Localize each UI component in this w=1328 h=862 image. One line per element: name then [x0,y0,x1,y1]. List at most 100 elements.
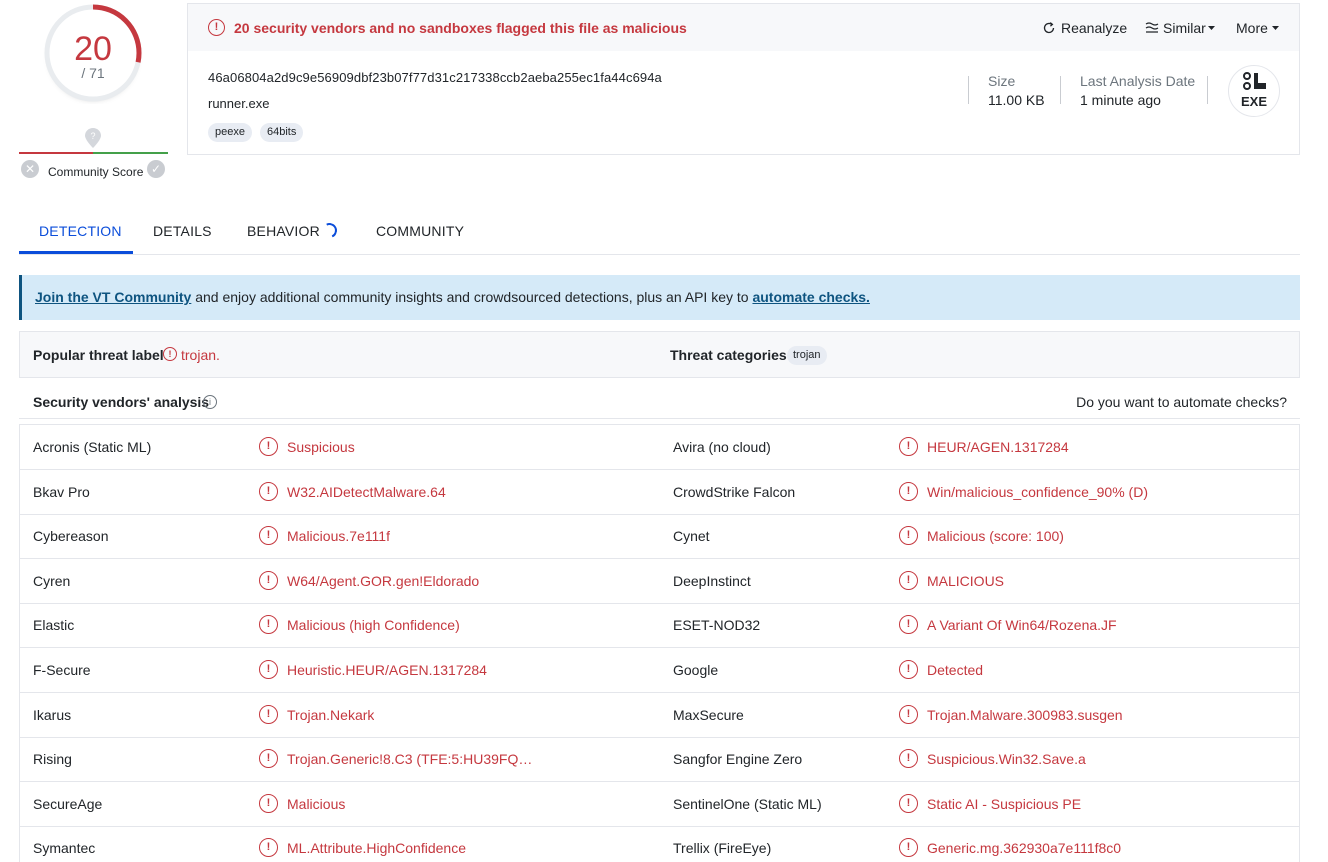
exclamation-circle-icon: ! [259,570,278,590]
threat-summary: Popular threat label ! trojan. Threat ca… [19,331,1300,378]
detection-result[interactable]: Static AI - Suspicious PE [927,796,1081,812]
detection-result[interactable]: Heuristic.HEUR/AGEN.1317284 [287,662,487,678]
vendor-name: Cyren [33,572,71,589]
popular-threat-value[interactable]: trojan. [181,347,220,363]
chevron-down-icon [1272,26,1279,30]
tab-community[interactable]: COMMUNITY [376,223,464,239]
detection-result[interactable]: Win/malicious_confidence_90% (D) [927,484,1148,500]
more-button[interactable]: More [1236,20,1268,36]
table-row: SecureAge! Malicious SentinelOne (Static M… [20,782,1299,827]
vendor-name: Cybereason [33,528,109,545]
vendors-analysis-title: Security vendors' analysis [33,394,210,410]
join-community-link[interactable]: Join the VT Community [35,289,191,305]
exclamation-circle-icon: ! [899,437,918,456]
threat-category-tag[interactable]: trojan [787,346,827,365]
tabs-divider [19,254,1300,255]
community-score-label: Community Score [48,165,144,179]
reanalyze-button[interactable]: Reanalyze [1061,20,1127,36]
detection-result[interactable]: A Variant Of Win64/Rozena.JF [927,617,1117,633]
divider [968,76,969,104]
vendor-name: Avira (no cloud) [673,439,771,455]
similar-button[interactable]: Similar [1163,20,1206,36]
vendor-name: CrowdStrike Falcon [673,483,796,500]
exclamation-circle-icon: ! [899,481,918,501]
loading-spinner-icon [319,220,340,241]
detection-result[interactable]: ML.Attribute.HighConfidence [287,840,466,856]
vendor-name: F-Secure [33,662,91,678]
file-type-label: EXE [1240,94,1267,109]
vendor-name: SecureAge [33,795,103,812]
table-row: Rising! Trojan.Generic!8.C3 (TFE:5:HU39FQ… [20,737,1299,783]
automate-checks-question[interactable]: Do you want to automate checks? [1076,394,1287,410]
alert-bar: ! 20 security vendors and no sandboxes f… [188,4,1299,51]
file-summary-card: ! 20 security vendors and no sandboxes f… [187,3,1300,155]
detection-result[interactable]: Detected [927,662,983,678]
detection-result[interactable]: W32.AIDetectMalware.64 [287,484,446,500]
detection-result[interactable]: Malicious.7e111f [287,528,390,544]
community-score-bar-positive [93,152,168,154]
vendor-name: Cynet [673,528,710,545]
automate-checks-link[interactable]: automate checks. [752,289,870,305]
table-row: F-Secure! Heuristic.HEUR/AGEN.1317284 Goog… [20,648,1299,693]
svg-text:?: ? [90,131,95,141]
file-hash[interactable]: 46a06804a2d9c9e56909dbf23b07f77d31c21733… [208,70,662,85]
total-engines: / 71 [81,65,105,81]
detection-result[interactable]: Malicious [287,796,345,812]
detection-result[interactable]: Trojan.Nekark [287,707,374,723]
vendors-results-table: Acronis (Static ML)! Suspicious Avira (no … [19,424,1300,862]
tab-behavior[interactable]: BEHAVIOR [247,223,320,239]
banner-text: Join the VT Community and enjoy addition… [35,289,870,305]
vendor-name: Ikarus [33,706,72,723]
tab-details[interactable]: DETAILS [153,223,212,239]
vendors-analysis-header: Security vendors' analysis i Do you want… [19,385,1300,419]
file-name: runner.exe [208,96,270,111]
vote-malicious-button[interactable]: ✕ [21,160,39,178]
tab-detection[interactable]: DETECTION [39,223,122,239]
vendor-name: Bkav Pro [33,483,90,500]
similar-icon[interactable] [1145,22,1159,34]
vendor-name: ESET-NOD32 [673,617,761,634]
detection-result[interactable]: Suspicious.Win32.Save.a [927,751,1086,767]
exclamation-circle-icon: ! [899,838,918,858]
detection-result[interactable]: MALICIOUS [927,573,1004,589]
table-row: Elastic! Malicious (high Confidence) ESET-… [20,603,1299,649]
vendor-name: SentinelOne (Static ML) [673,795,822,812]
vendor-name: DeepInstinct [673,572,751,589]
size-value: 11.00 KB [988,92,1045,108]
detection-result[interactable]: Suspicious [287,439,355,455]
table-row: Bkav Pro! W32.AIDetectMalware.64 CrowdStri… [20,470,1299,515]
refresh-icon[interactable] [1042,21,1056,35]
detection-result[interactable]: Malicious (score: 100) [927,528,1064,544]
table-row: Acronis (Static ML)! Suspicious Avira (no … [20,425,1299,470]
detection-result[interactable]: Generic.mg.362930a7e111f8c0 [927,840,1121,856]
last-analysis-label: Last Analysis Date [1080,73,1196,89]
file-tag[interactable]: 64bits [260,123,304,142]
vendor-name: Elastic [33,617,75,634]
popular-threat-label: Popular threat label [33,347,164,363]
divider [1207,76,1208,104]
exclamation-circle-icon: ! [899,660,918,679]
vendor-name: MaxSecure [673,706,744,723]
exclamation-circle-icon: ! [259,481,278,501]
file-type-icon [1243,72,1266,90]
vote-harmless-button[interactable]: ✓ [147,160,165,178]
detection-result[interactable]: Malicious (high Confidence) [287,617,460,633]
exclamation-circle-icon: ! [899,615,918,635]
detection-result[interactable]: Trojan.Generic!8.C3 (TFE:5:HU39FQhe… [287,751,537,767]
exclamation-circle-icon: ! [899,526,918,546]
info-icon[interactable]: i [203,395,217,409]
exclamation-circle-icon: ! [259,793,278,813]
table-row: Cyren! W64/Agent.GOR.gen!Eldorado DeepInst… [20,559,1299,604]
detection-result[interactable]: Trojan.Malware.300983.susgen [927,707,1123,723]
table-row: Cybereason! Malicious.7e111f Cynet! Malicio… [20,514,1299,560]
detection-score-gauge: 20 / 71 [42,2,144,104]
detection-count: 20 [74,30,112,68]
size-label: Size [988,73,1016,89]
community-score-bar-negative [19,152,93,154]
vendor-name: Symantec [33,840,96,857]
malicious-alert-text: 20 security vendors and no sandboxes fla… [234,20,687,36]
detection-result[interactable]: HEUR/AGEN.1317284 [927,439,1069,455]
chevron-down-icon [1208,26,1215,30]
detection-result[interactable]: W64/Agent.GOR.gen!Eldorado [287,573,479,589]
file-tag[interactable]: peexe [208,123,252,142]
